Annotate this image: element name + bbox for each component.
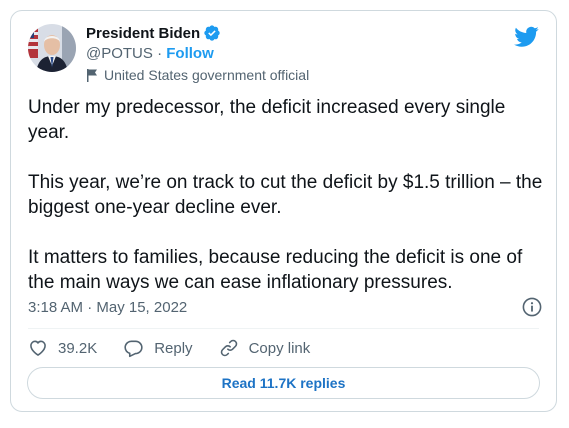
handle-separator: · (152, 45, 167, 62)
heart-icon (30, 340, 46, 356)
tweet-card: President Biden @POTUS · Follow United S… (10, 10, 557, 412)
name-row: President Biden (86, 23, 496, 43)
tweet-paragraph: Under my predecessor, the deficit increa… (28, 97, 506, 143)
divider (28, 328, 539, 329)
info-icon[interactable] (522, 297, 542, 317)
avatar-image (28, 24, 76, 72)
author-handle[interactable]: @POTUS (86, 45, 153, 62)
read-replies-button[interactable]: Read 11.7K replies (27, 367, 540, 399)
meta-row: 3:18 AM · May 15, 2022 (28, 295, 542, 319)
copy-link-label: Copy link (248, 339, 311, 357)
reply-label: Reply (154, 339, 193, 357)
flag-icon (87, 69, 97, 82)
like-count: 39.2K (58, 339, 98, 357)
copy-link-button[interactable]: Copy link (219, 338, 311, 358)
reply-button[interactable]: Reply (123, 338, 193, 358)
author-block: President Biden @POTUS · Follow United S… (86, 23, 496, 84)
account-label-row: United States government official (86, 66, 496, 84)
handle-row: @POTUS · Follow (86, 44, 496, 64)
author-name[interactable]: President Biden (86, 25, 200, 42)
speech-bubble-icon (124, 340, 143, 358)
tweet-paragraph: This year, we’re on track to cut the def… (28, 172, 543, 218)
account-label[interactable]: United States government official (104, 67, 309, 83)
action-bar: 39.2K Reply Copy link (28, 336, 336, 360)
twitter-bird-icon[interactable] (514, 26, 539, 48)
link-icon (220, 339, 237, 357)
like-button[interactable]: 39.2K (28, 338, 97, 358)
verified-badge-icon (204, 25, 220, 41)
avatar[interactable] (28, 24, 76, 72)
tweet-text: Under my predecessor, the deficit increa… (28, 95, 548, 295)
follow-button[interactable]: Follow (166, 45, 214, 62)
tweet-paragraph: It matters to families, because reducing… (28, 247, 523, 293)
tweet-timestamp[interactable]: 3:18 AM · May 15, 2022 (28, 299, 187, 316)
